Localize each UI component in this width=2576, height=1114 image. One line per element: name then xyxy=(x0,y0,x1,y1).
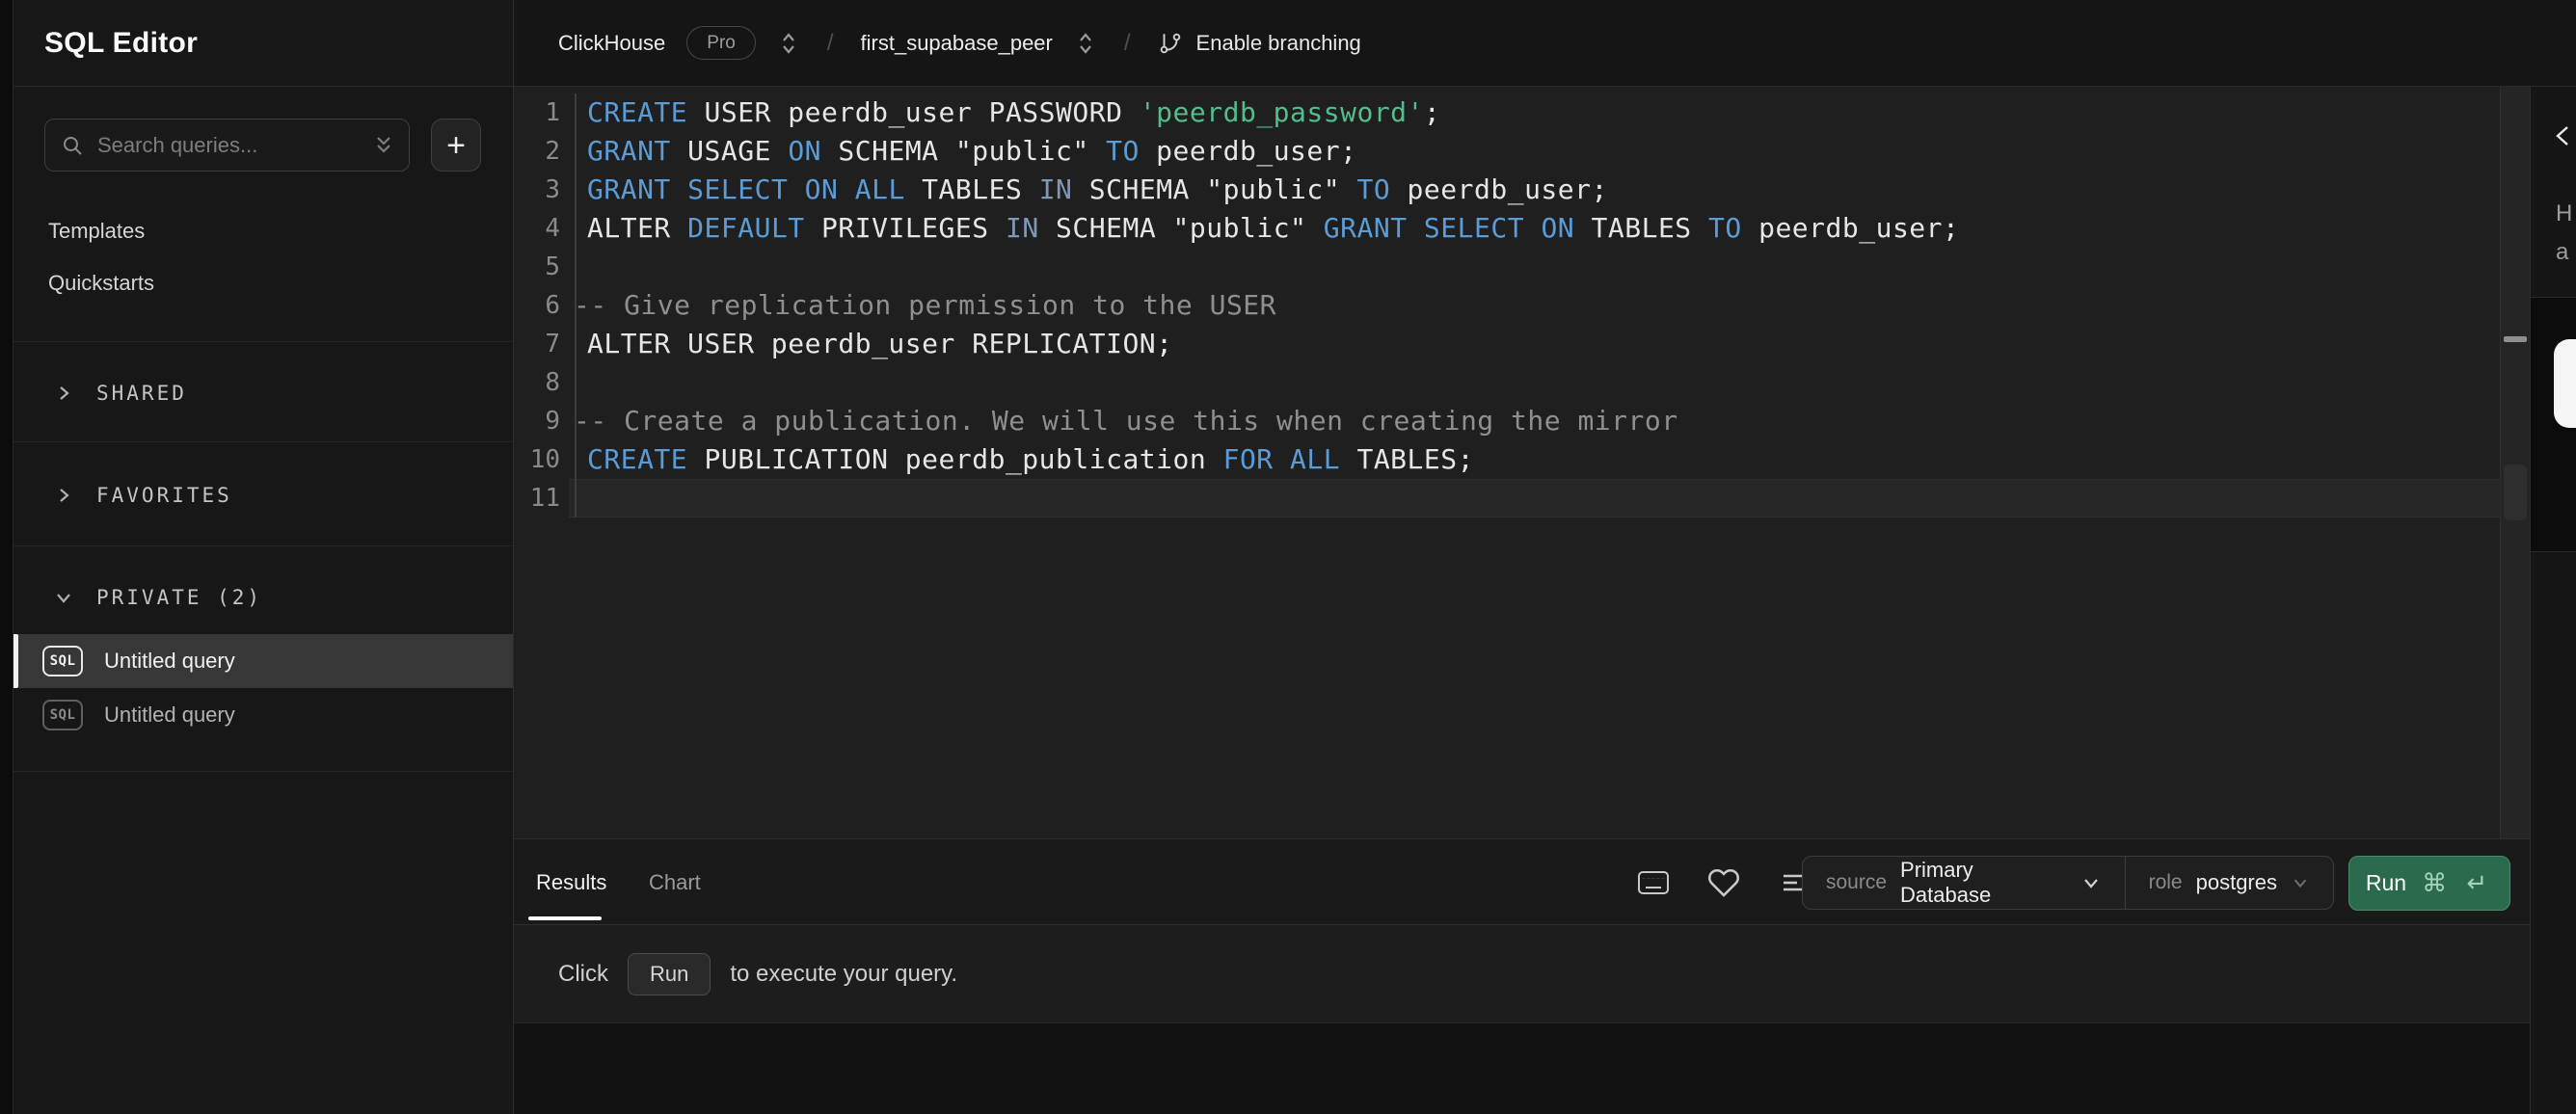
code-line[interactable]: ALTER DEFAULT PRIVILEGES IN SCHEMA "publ… xyxy=(587,209,1959,248)
sql-file-icon: SQL xyxy=(42,700,83,730)
results-toolbar: Results Chart source Primary Database ro… xyxy=(514,838,2530,925)
truncated-text: H xyxy=(2556,200,2573,226)
search-input[interactable] xyxy=(95,131,372,159)
results-panel: Results Chart source Primary Database ro… xyxy=(514,838,2530,1114)
sql-editor-app: SQL Editor + Templates Quickstarts SHARE… xyxy=(0,0,2576,1114)
divider xyxy=(13,341,513,342)
sql-file-icon: SQL xyxy=(42,646,83,676)
plus-icon: + xyxy=(446,126,466,164)
role-value: postgres xyxy=(2195,870,2277,894)
message-prefix: Click xyxy=(558,960,608,987)
product-name: ClickHouse xyxy=(558,30,666,55)
code-line[interactable]: CREATE PUBLICATION peerdb_publication FO… xyxy=(587,440,1474,479)
line-number: 5 xyxy=(545,252,560,281)
line-number: 6 xyxy=(545,291,560,320)
right-panel-top: H a xyxy=(2531,87,2576,297)
divider xyxy=(13,771,513,772)
line-number: 1 xyxy=(545,98,560,127)
section-private[interactable]: PRIVATE (2) xyxy=(13,569,513,626)
page-title: SQL Editor xyxy=(44,26,199,59)
current-line-highlight xyxy=(569,479,2500,517)
message-suffix: to execute your query. xyxy=(730,960,958,987)
keyboard-shortcuts-button[interactable] xyxy=(1635,839,1672,925)
source-value: Primary Database xyxy=(1900,858,1992,907)
divider xyxy=(13,441,513,442)
connection-selector-group: source Primary Database role postgres xyxy=(1802,856,2334,910)
favorite-button[interactable] xyxy=(1706,839,1741,925)
clipped-white-button[interactable] xyxy=(2554,339,2576,428)
unfold-icon[interactable] xyxy=(1074,30,1097,57)
git-branch-icon xyxy=(1158,31,1183,56)
code-line[interactable]: -- Give replication permission to the US… xyxy=(574,286,1276,325)
slash-separator: / xyxy=(826,29,834,56)
code-line[interactable]: ALTER USER peerdb_user REPLICATION; xyxy=(587,325,1173,363)
right-side-panel: H a xyxy=(2530,87,2576,1114)
new-query-button[interactable]: + xyxy=(431,119,481,172)
tab-results[interactable]: Results xyxy=(536,839,606,925)
scrollbar-thumb[interactable] xyxy=(2504,464,2527,520)
enable-branching-label: Enable branching xyxy=(1195,30,1361,55)
role-select[interactable]: role postgres xyxy=(2126,857,2333,909)
overview-ruler-mark xyxy=(2504,336,2527,342)
plan-badge[interactable]: Pro xyxy=(686,26,756,60)
line-number: 8 xyxy=(545,368,560,397)
unfold-icon[interactable] xyxy=(777,30,800,57)
run-label: Run xyxy=(2365,870,2407,895)
collapse-panel-icon[interactable] xyxy=(2552,123,2575,148)
line-number: 10 xyxy=(529,445,560,474)
chevron-down-icon xyxy=(2291,873,2310,892)
slash-separator: / xyxy=(1123,29,1131,56)
role-label: role xyxy=(2148,871,2183,893)
chevron-down-icon xyxy=(2080,872,2102,893)
sidebar: SQL Editor + Templates Quickstarts SHARE… xyxy=(13,0,514,1114)
divider xyxy=(2531,551,2576,552)
line-number: 7 xyxy=(545,330,560,358)
sidebar-header: SQL Editor xyxy=(13,0,513,87)
chevron-down-icon xyxy=(54,588,73,607)
run-kbd-hint: Run xyxy=(628,952,711,995)
connection-name[interactable]: first_supabase_peer xyxy=(861,31,1053,56)
code-editor[interactable]: 1 CREATE USER peerdb_user PASSWORD 'peerd… xyxy=(514,87,2530,838)
panel-footer-area xyxy=(514,1024,2530,1114)
sidebar-item-templates[interactable]: Templates xyxy=(48,212,145,251)
editor-scrollbar[interactable] xyxy=(2500,87,2530,838)
sidebar-item-quickstarts[interactable]: Quickstarts xyxy=(48,264,154,303)
line-number: 2 xyxy=(545,137,560,166)
section-shared[interactable]: SHARED xyxy=(13,364,513,422)
line-number: 9 xyxy=(545,407,560,436)
code-line[interactable]: CREATE USER peerdb_user PASSWORD 'peerdb… xyxy=(587,93,1440,132)
source-select[interactable]: source Primary Database xyxy=(1803,857,2125,909)
line-number: 4 xyxy=(545,214,560,243)
source-label: source xyxy=(1826,871,1888,893)
double-chevron-down-icon[interactable] xyxy=(372,133,395,158)
chevron-right-icon xyxy=(54,384,73,403)
enable-branching-button[interactable]: Enable branching xyxy=(1158,31,1361,56)
section-favorites[interactable]: FAVORITES xyxy=(13,466,513,524)
breadcrumb-bar: ClickHouse Pro / first_supabase_peer / E… xyxy=(514,0,2576,87)
tab-chart[interactable]: Chart xyxy=(649,839,701,925)
empty-results-message: Click Run to execute your query. xyxy=(514,925,2530,1023)
truncated-text: a xyxy=(2556,239,2569,265)
cmd-return-shortcut-icons: ⌘ ↵ xyxy=(2422,868,2494,898)
query-list-item-selected[interactable]: SQL Untitled query xyxy=(13,634,513,688)
search-icon xyxy=(61,134,84,157)
run-button[interactable]: Run ⌘ ↵ xyxy=(2348,856,2510,911)
divider xyxy=(13,545,513,546)
line-number: 11 xyxy=(529,484,560,513)
search-queries-box[interactable] xyxy=(44,119,410,172)
selected-indicator xyxy=(13,634,18,688)
code-line[interactable]: GRANT USAGE ON SCHEMA "public" TO peerdb… xyxy=(587,132,1356,171)
query-list-item[interactable]: SQL Untitled query xyxy=(13,688,513,742)
line-number: 3 xyxy=(545,175,560,204)
code-line[interactable]: GRANT SELECT ON ALL TABLES IN SCHEMA "pu… xyxy=(587,171,1608,209)
chevron-right-icon xyxy=(54,486,73,505)
code-line[interactable]: -- Create a publication. We will use thi… xyxy=(574,402,1678,440)
active-tab-underline xyxy=(528,916,602,920)
right-panel-section xyxy=(2531,298,2576,551)
left-rail xyxy=(0,0,13,1114)
